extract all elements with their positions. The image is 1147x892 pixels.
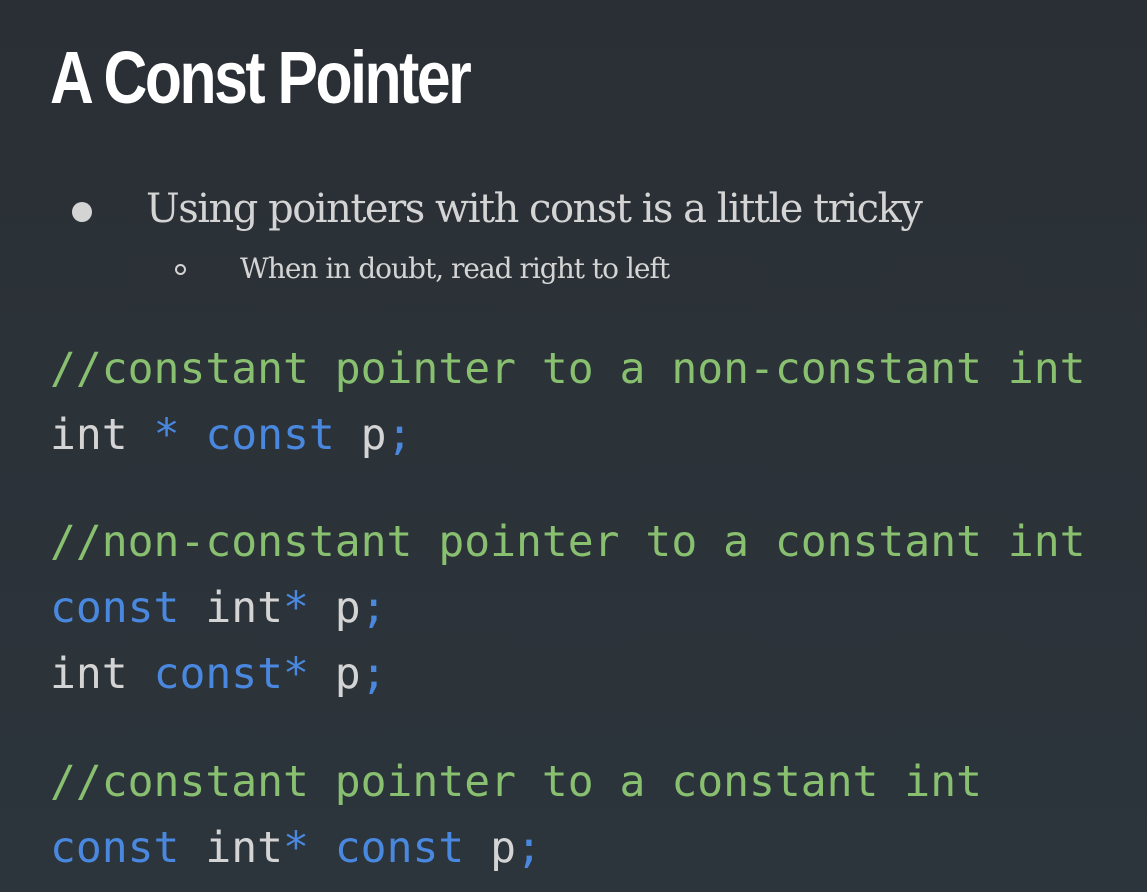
code-token-ident: p xyxy=(308,583,361,633)
code-token-semicolon: ; xyxy=(386,410,413,460)
code-token-keyword: const xyxy=(153,649,284,699)
code-line-7: const int* const p; xyxy=(50,820,542,876)
code-token-type: int xyxy=(50,410,154,460)
code-comment-text: //non-constant pointer to a constant int xyxy=(50,517,1086,567)
code-token-semicolon: ; xyxy=(516,823,542,873)
code-line-5: int const* p; xyxy=(50,646,387,702)
code-token-type: int xyxy=(179,823,284,873)
slide: A Const Pointer Using pointers with cons… xyxy=(0,0,1147,892)
bullet-ring-icon xyxy=(175,264,186,275)
code-token-keyword: const xyxy=(334,823,465,873)
code-token-ident: p xyxy=(308,649,361,699)
code-token-asterisk: * xyxy=(283,583,309,633)
code-comment-3: //constant pointer to a constant int xyxy=(50,754,982,810)
code-token-asterisk: * xyxy=(153,410,206,460)
slide-title: A Const Pointer xyxy=(50,36,472,119)
code-token-keyword: const xyxy=(50,583,180,633)
code-token-ident: p xyxy=(334,410,387,460)
code-comment-text: //constant pointer to a non-constant int xyxy=(50,344,1086,394)
bullet-dot-icon xyxy=(72,202,92,222)
code-token-asterisk: * xyxy=(283,649,309,699)
code-token-ident: p xyxy=(464,823,517,873)
code-token-semicolon: ; xyxy=(360,649,387,699)
code-token-keyword: const xyxy=(205,410,335,460)
code-token-keyword: const xyxy=(50,823,180,873)
bullet-main-text: Using pointers with const is a little tr… xyxy=(146,186,923,232)
code-comment-1: //constant pointer to a non-constant int xyxy=(50,341,1086,397)
bullet-sub-text: When in doubt, read right to left xyxy=(240,252,670,285)
code-comment-2: //non-constant pointer to a constant int xyxy=(50,514,1086,570)
code-comment-text: //constant pointer to a constant int xyxy=(50,757,982,807)
code-token-type: int xyxy=(50,649,154,699)
code-token-semicolon: ; xyxy=(360,583,387,633)
code-token-asterisk: * xyxy=(283,823,309,873)
code-line-4: const int* p; xyxy=(50,580,387,636)
code-token-type: int xyxy=(179,583,284,633)
code-line-2: int * const p; xyxy=(50,407,412,463)
